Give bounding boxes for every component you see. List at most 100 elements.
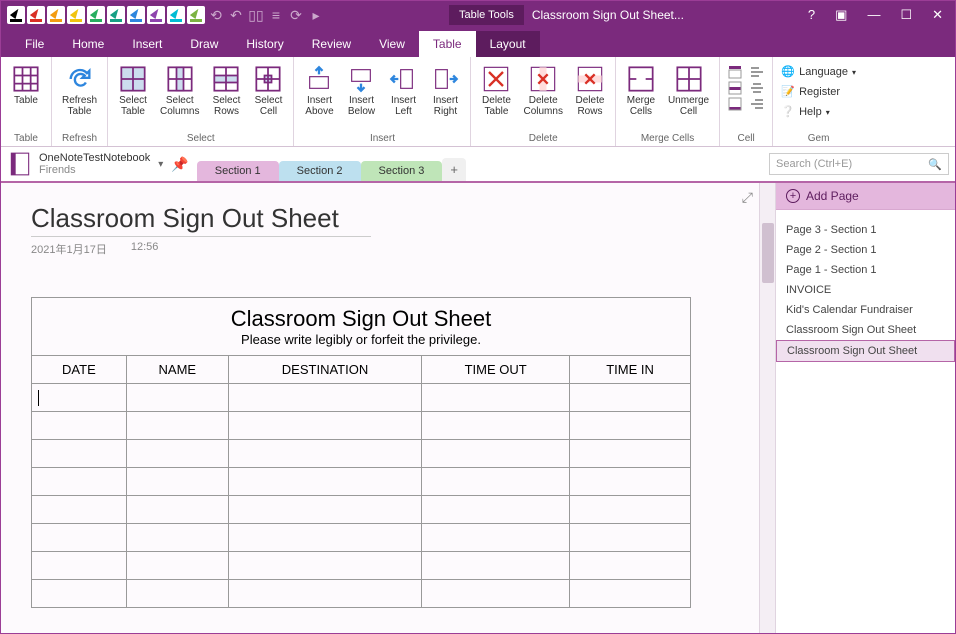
language-button[interactable]: 🌐Language▾ <box>781 65 856 79</box>
align-top-button[interactable] <box>728 65 742 79</box>
col-destination[interactable]: DESTINATION <box>228 356 421 384</box>
menu-layout[interactable]: Layout <box>476 31 540 57</box>
col-date[interactable]: DATE <box>32 356 127 384</box>
pen-orange-icon[interactable] <box>47 6 65 24</box>
menu-table[interactable]: Table <box>419 31 476 57</box>
tab-section-1[interactable]: Section 1 <box>197 161 279 181</box>
help-button[interactable]: ❔Help▾ <box>781 105 856 119</box>
select-table-button[interactable]: Select Table <box>114 63 152 119</box>
align-bottom-button[interactable] <box>728 97 742 111</box>
help-icon: ❔ <box>781 105 795 119</box>
pen-purple-icon[interactable] <box>147 6 165 24</box>
pen-lime-icon[interactable] <box>187 6 205 24</box>
table-row[interactable] <box>32 524 691 552</box>
panel-icon[interactable]: ▯▯ <box>247 6 265 24</box>
insert-below-button[interactable]: Insert Below <box>342 63 380 119</box>
window-controls: ? ▣ — ☐ ✕ <box>808 7 943 23</box>
pen-blue-icon[interactable] <box>127 6 145 24</box>
more-icon[interactable]: ▸ <box>307 6 325 24</box>
page-title[interactable]: Classroom Sign Out Sheet <box>31 203 371 237</box>
table-row[interactable] <box>32 384 691 412</box>
delete-columns-button[interactable]: Delete Columns <box>519 63 566 119</box>
notebook-name-block[interactable]: OneNoteTestNotebook Firends <box>39 152 150 176</box>
menu-history[interactable]: History <box>232 31 297 57</box>
undo-icon[interactable]: ↶ <box>227 6 245 24</box>
menu-draw[interactable]: Draw <box>176 31 232 57</box>
page-item[interactable]: Page 1 - Section 1 <box>776 260 955 280</box>
table-row[interactable] <box>32 580 691 608</box>
page-canvas[interactable]: ⤢ Classroom Sign Out Sheet 2021年1月17日 12… <box>1 183 759 633</box>
select-table-label: Select Table <box>119 95 147 117</box>
delete-rows-button[interactable]: Delete Rows <box>571 63 609 119</box>
insert-above-label: Insert Above <box>305 95 333 117</box>
minimize-icon[interactable]: — <box>867 7 880 23</box>
page-item[interactable]: Kid's Calendar Fundraiser <box>776 300 955 320</box>
back-icon[interactable]: ⟲ <box>207 6 225 24</box>
register-button[interactable]: 📝Register <box>781 85 856 99</box>
refresh-table-button[interactable]: Refresh Table <box>58 63 101 119</box>
page-item-selected[interactable]: Classroom Sign Out Sheet <box>776 340 955 362</box>
col-time-in[interactable]: TIME IN <box>570 356 691 384</box>
page-item[interactable]: Page 3 - Section 1 <box>776 220 955 240</box>
maximize-icon[interactable]: ☐ <box>900 7 912 23</box>
align-middle-button[interactable] <box>728 81 742 95</box>
tab-section-3[interactable]: Section 3 <box>361 161 443 181</box>
page-item[interactable]: INVOICE <box>776 280 955 300</box>
pen-yellow-icon[interactable] <box>67 6 85 24</box>
add-page-button[interactable]: + Add Page <box>776 183 955 210</box>
delete-table-button[interactable]: Delete Table <box>477 63 515 119</box>
col-name[interactable]: NAME <box>126 356 228 384</box>
notebook-dropdown-icon[interactable]: ▾ <box>158 159 163 170</box>
table-row[interactable] <box>32 496 691 524</box>
title-bar: ⟲ ↶ ▯▯ ≡ ⟳ ▸ Table Tools Classroom Sign … <box>1 1 955 29</box>
pin-icon[interactable]: 📌 <box>171 156 188 173</box>
pen-green-icon[interactable] <box>87 6 105 24</box>
add-section-button[interactable]: + <box>442 158 466 181</box>
select-cell-button[interactable]: Select Cell <box>249 63 287 119</box>
help-icon[interactable]: ? <box>808 7 815 23</box>
unmerge-cell-icon <box>675 65 703 93</box>
pen-cyan-icon[interactable] <box>167 6 185 24</box>
expand-icon[interactable]: ⤢ <box>742 189 753 206</box>
signout-table[interactable]: Classroom Sign Out SheetPlease write leg… <box>31 297 691 608</box>
merge-cells-button[interactable]: Merge Cells <box>622 63 660 119</box>
col-time-out[interactable]: TIME OUT <box>422 356 570 384</box>
menu-insert[interactable]: Insert <box>118 31 176 57</box>
close-icon[interactable]: ✕ <box>932 7 943 23</box>
pen-red-icon[interactable] <box>27 6 45 24</box>
select-rows-button[interactable]: Select Rows <box>207 63 245 119</box>
tab-section-2[interactable]: Section 2 <box>279 161 361 181</box>
menu-file[interactable]: File <box>11 31 58 57</box>
menu-home[interactable]: Home <box>58 31 118 57</box>
page-item[interactable]: Classroom Sign Out Sheet <box>776 320 955 340</box>
unmerge-cell-button[interactable]: Unmerge Cell <box>664 63 713 119</box>
ribbon-options-icon[interactable]: ▣ <box>835 7 847 23</box>
forward-icon[interactable]: ⟳ <box>287 6 305 24</box>
menu-view[interactable]: View <box>365 31 419 57</box>
list-icon[interactable]: ≡ <box>267 6 285 24</box>
insert-right-button[interactable]: Insert Right <box>426 63 464 119</box>
page-date[interactable]: 2021年1月17日 <box>31 241 107 257</box>
table-row[interactable] <box>32 412 691 440</box>
page-item[interactable]: Page 2 - Section 1 <box>776 240 955 260</box>
insert-above-button[interactable]: Insert Above <box>300 63 338 119</box>
notebook-icon[interactable] <box>7 151 33 177</box>
insert-left-button[interactable]: Insert Left <box>384 63 422 119</box>
page-time[interactable]: 12:56 <box>131 241 159 257</box>
align-center-button[interactable] <box>750 81 764 95</box>
table-row[interactable] <box>32 552 691 580</box>
select-rows-label: Select Rows <box>213 95 241 117</box>
table-button[interactable]: Table <box>7 63 45 108</box>
search-input[interactable]: Search (Ctrl+E) 🔍 <box>769 153 949 175</box>
menu-review[interactable]: Review <box>298 31 365 57</box>
insert-below-label: Insert Below <box>348 95 375 117</box>
pen-black-icon[interactable] <box>7 6 25 24</box>
table-row[interactable] <box>32 468 691 496</box>
pen-teal-icon[interactable] <box>107 6 125 24</box>
scrollbar-thumb[interactable] <box>762 223 774 283</box>
align-right-button[interactable] <box>750 97 764 111</box>
vertical-scrollbar[interactable] <box>759 183 775 633</box>
select-columns-button[interactable]: Select Columns <box>156 63 203 119</box>
align-left-button[interactable] <box>750 65 764 79</box>
table-row[interactable] <box>32 440 691 468</box>
